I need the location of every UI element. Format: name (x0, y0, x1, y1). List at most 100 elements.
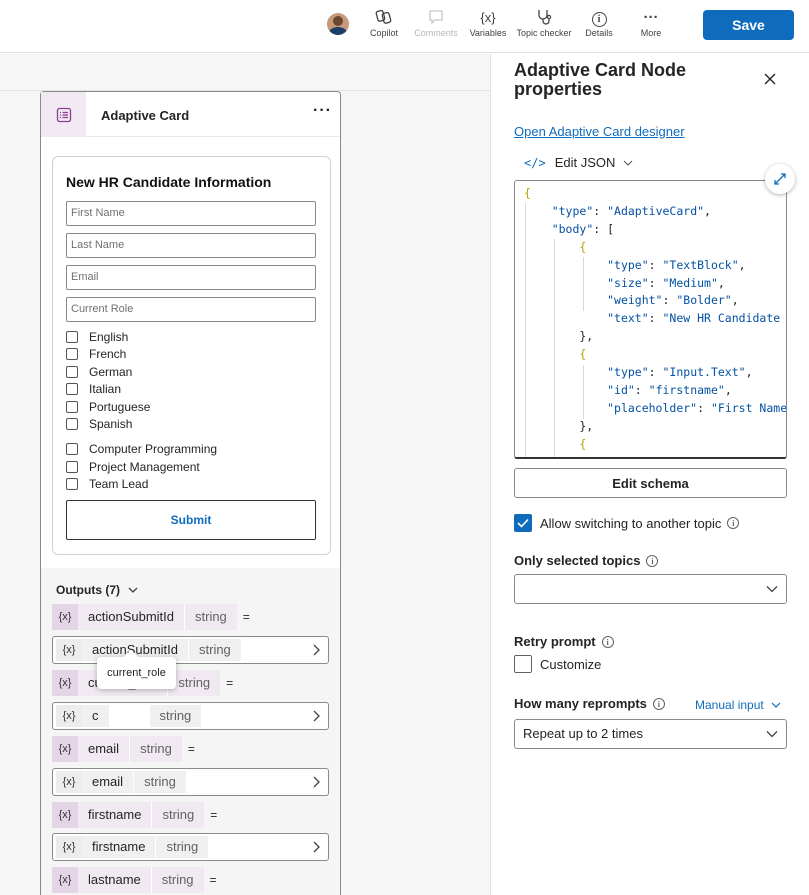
checkbox-unchecked[interactable] (514, 655, 532, 673)
output-variable-row[interactable]: {x} actionSubmitId string = (52, 604, 250, 630)
submit-button[interactable]: Submit (66, 500, 316, 540)
variable-name: actionSubmitId (78, 604, 184, 630)
card-title: New HR Candidate Information (66, 174, 272, 190)
edit-schema-button[interactable]: Edit schema (514, 468, 787, 498)
current-role-input[interactable]: Current Role (66, 297, 316, 322)
variable-tooltip: current_role (97, 657, 176, 689)
only-selected-topics-label: Only selected topics i (514, 553, 659, 568)
checkbox-checked[interactable] (514, 514, 532, 532)
checkbox-box[interactable] (66, 478, 78, 490)
checkbox-portuguese[interactable]: Portuguese (66, 399, 150, 415)
dropdown-value: Repeat up to 2 times (523, 726, 643, 741)
variable-icon: {x} (56, 771, 82, 793)
output-variable-row[interactable]: {x} firstname string = (52, 802, 217, 828)
node-more-button[interactable]: ··· (313, 102, 332, 120)
close-button[interactable] (763, 70, 777, 91)
chevron-down-icon (128, 587, 138, 593)
output-mapping-field[interactable]: {x} c string (52, 702, 329, 730)
info-icon: i (601, 635, 614, 648)
save-button[interactable]: Save (703, 10, 794, 40)
output-mapping-field[interactable]: {x} actionSubmitId string (52, 636, 329, 664)
info-icon: i (727, 517, 740, 529)
output-mapping-field[interactable]: {x} email string (52, 768, 329, 796)
allow-switching-checkbox[interactable]: Allow switching to another topic i (514, 514, 740, 532)
checkbox-computer-programming[interactable]: Computer Programming (66, 441, 217, 457)
allow-switching-label: Allow switching to another topic (540, 515, 722, 531)
equals-sign: = (242, 610, 250, 624)
variable-icon: {x} (52, 670, 78, 696)
checkbox-label: Portuguese (89, 400, 151, 414)
expand-editor-button[interactable] (765, 164, 795, 194)
retry-prompt-text: Retry prompt (514, 634, 596, 649)
authoring-canvas[interactable]: Adaptive Card ··· New HR Candidate Infor… (0, 54, 490, 895)
node-title: Adaptive Card (101, 108, 190, 123)
variable-icon: {x} (52, 802, 78, 828)
more-button[interactable]: ··· More (634, 8, 668, 38)
json-editor[interactable]: { "type": "AdaptiveCard", "body": [ { "t… (514, 180, 787, 459)
adaptive-card-node[interactable]: Adaptive Card ··· New HR Candidate Infor… (40, 91, 341, 895)
chevron-right-icon (313, 644, 320, 656)
checkbox-german[interactable]: German (66, 364, 132, 380)
close-icon (764, 73, 776, 85)
checkbox-project-management[interactable]: Project Management (66, 459, 200, 475)
checkbox-box[interactable] (66, 366, 78, 378)
panel-title: Adaptive Card Node properties (514, 60, 687, 99)
variable-name: firstname (78, 802, 152, 828)
user-avatar[interactable] (327, 13, 349, 35)
edit-json-toggle[interactable]: </> Edit JSON (524, 155, 633, 170)
edit-json-label: Edit JSON (554, 155, 616, 170)
checkbox-box[interactable] (66, 461, 78, 473)
variables-label: Variables (469, 28, 507, 38)
customize-checkbox[interactable]: Customize (514, 655, 601, 673)
mapped-variable-name: firstname (82, 836, 156, 858)
variable-type: string (184, 604, 237, 630)
variables-button[interactable]: {x} Variables (468, 8, 508, 38)
outputs-title: Outputs (7) (56, 583, 120, 597)
open-designer-link[interactable]: Open Adaptive Card designer (514, 124, 685, 139)
checkbox-italian[interactable]: Italian (66, 381, 121, 397)
email-input[interactable]: Email (66, 265, 316, 290)
equals-sign: = (210, 808, 218, 822)
mapped-variable-type: string (155, 836, 209, 858)
first-name-input[interactable]: First Name (66, 201, 316, 226)
chevron-down-icon (766, 586, 778, 593)
variable-icon: {x} (52, 736, 78, 762)
output-variable-row[interactable]: {x} email string = (52, 736, 195, 762)
checkbox-team-lead[interactable]: Team Lead (66, 476, 148, 492)
details-button[interactable]: i Details (580, 8, 618, 38)
topic-checker-button[interactable]: Topic checker (514, 8, 574, 38)
variable-icon: {x} (52, 867, 78, 893)
checkbox-box[interactable] (66, 331, 78, 343)
reprompts-dropdown[interactable]: Repeat up to 2 times (514, 719, 787, 749)
comments-button[interactable]: Comments (412, 8, 460, 38)
copilot-button[interactable]: Copilot (366, 8, 402, 38)
variable-type: string (150, 867, 204, 893)
only-selected-topics-text: Only selected topics (514, 553, 641, 568)
code-icon: </> (524, 155, 546, 170)
checkbox-box[interactable] (66, 401, 78, 413)
topic-checker-label: Topic checker (516, 28, 572, 38)
top-toolbar: Copilot Comments {x} Variables Topic che… (0, 0, 809, 53)
checkbox-spanish[interactable]: Spanish (66, 416, 132, 432)
output-mapping-field[interactable]: {x} firstname string (52, 833, 329, 861)
comments-label: Comments (414, 28, 458, 38)
manual-input-toggle[interactable]: Manual input (695, 698, 781, 712)
mapped-variable-type: string (133, 771, 186, 793)
only-selected-topics-dropdown[interactable] (514, 574, 787, 604)
mapped-variable-type: string (148, 705, 202, 727)
checkbox-box[interactable] (66, 348, 78, 360)
checkbox-box[interactable] (66, 443, 78, 455)
checkbox-french[interactable]: French (66, 346, 126, 362)
chevron-down-icon (766, 731, 778, 738)
checkbox-box[interactable] (66, 418, 78, 430)
output-variable-row[interactable]: {x} lastname string = (52, 867, 217, 893)
comment-icon (412, 8, 460, 28)
checkbox-english[interactable]: English (66, 329, 128, 345)
checkbox-label: Computer Programming (89, 442, 218, 456)
customize-label: Customize (540, 656, 602, 672)
checkbox-box[interactable] (66, 383, 78, 395)
last-name-input[interactable]: Last Name (66, 233, 316, 258)
chevron-down-icon (623, 160, 633, 166)
outputs-toggle[interactable]: Outputs (7) (56, 583, 138, 597)
variable-icon: {x} (52, 604, 78, 630)
